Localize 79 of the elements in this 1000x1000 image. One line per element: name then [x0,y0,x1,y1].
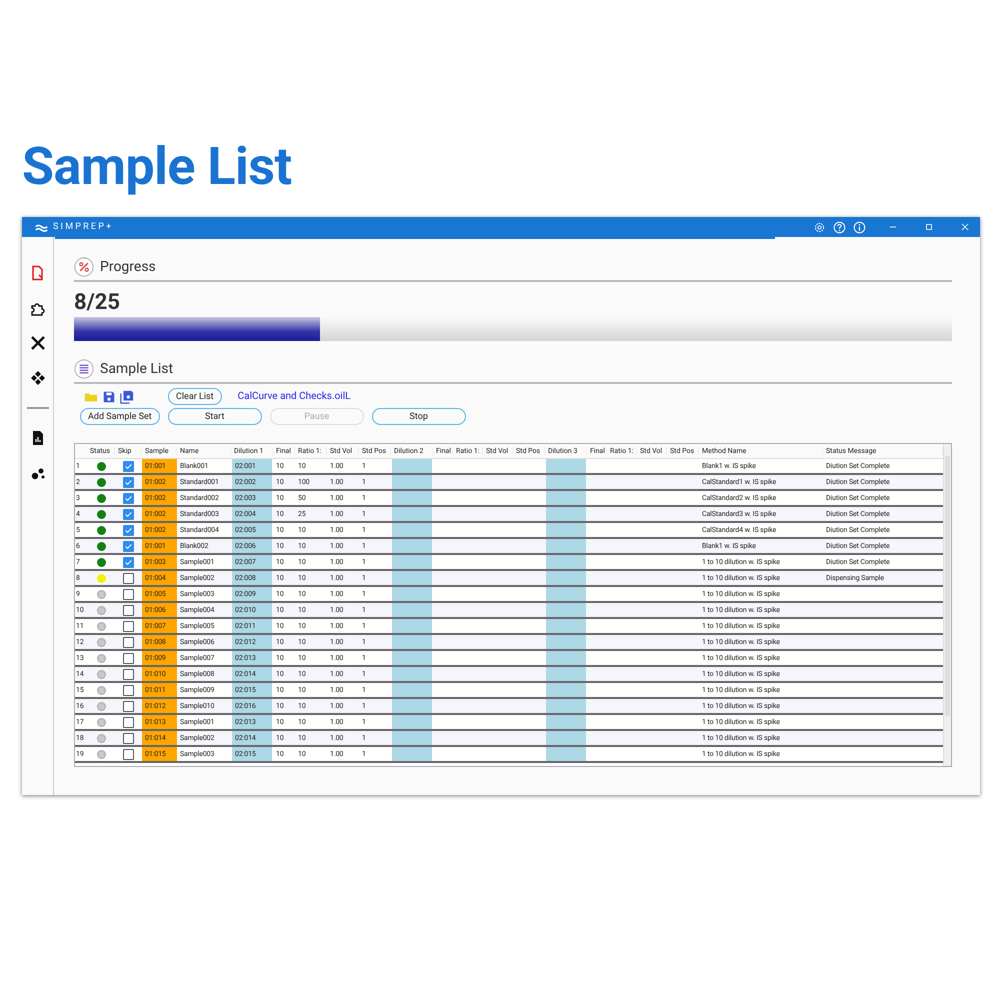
dilution-cell [546,667,586,681]
dilution-cell [392,475,432,489]
dilution-cell [392,747,432,761]
file-name: CalCurve and Checks.oilL [238,391,351,402]
dilution-cell [392,491,432,505]
dilution-cell [546,619,586,633]
action-button[interactable]: Stop [372,408,466,425]
dilution-cell [392,619,432,633]
dilution-cell [392,555,432,569]
skip-checkbox[interactable] [123,556,134,568]
dilution-cell [546,635,586,649]
skip-checkbox[interactable] [123,636,134,648]
app-title: SIMPREP+ [53,222,114,232]
dilution-cell [392,603,432,617]
info-icon[interactable] [853,220,866,234]
dilution-cell [546,555,586,569]
dilution-cell [392,731,432,745]
page-title: Sample List [21,135,293,198]
dilution-cell [392,571,432,585]
help-icon[interactable] [833,220,846,234]
dilution-cell [546,459,586,473]
dilution-cell [392,523,432,537]
action-button[interactable]: Start [168,408,262,425]
settings-icon[interactable] [813,220,826,234]
save-icon[interactable] [102,390,116,404]
diamonds-icon[interactable] [30,370,46,386]
dilution-cell [392,459,432,473]
scrollbar[interactable] [943,444,951,766]
maximize-icon[interactable] [924,222,934,232]
dilution-cell [546,731,586,745]
dilution-cell [546,507,586,521]
dilution-cell [546,587,586,601]
section-title: Progress [100,259,156,275]
skip-checkbox[interactable] [123,524,134,536]
close-icon[interactable] [960,222,970,232]
skip-checkbox[interactable] [123,684,134,696]
list-icon [74,359,94,379]
dilution-cell [392,651,432,665]
dilution-cell [546,651,586,665]
dilution-cell [392,683,432,697]
dilution-cell [392,507,432,521]
dilution-cell [546,747,586,761]
dilution-cell [546,475,586,489]
skip-checkbox[interactable] [123,508,134,520]
skip-checkbox[interactable] [123,620,134,632]
document-icon[interactable] [30,265,46,281]
clear-list-button[interactable]: Clear List [168,388,222,405]
dilution-cell [546,539,586,553]
skip-checkbox[interactable] [123,604,134,616]
skip-checkbox[interactable] [123,588,134,600]
dilution-cell [392,667,432,681]
dilution-cell [392,587,432,601]
skip-checkbox[interactable] [123,460,134,472]
skip-checkbox[interactable] [123,492,134,504]
skip-checkbox[interactable] [123,716,134,728]
dilution-cell [546,603,586,617]
dilution-cell [392,715,432,729]
dilution-cell [546,523,586,537]
dilution-cell [546,571,586,585]
progress-count: 8/25 [74,290,122,315]
action-button[interactable]: Add Sample Set [80,408,160,425]
skip-checkbox[interactable] [123,652,134,664]
save-as-icon[interactable] [120,390,134,404]
percent-icon [74,257,94,277]
dilution-cell [546,699,586,713]
section-title: Sample List [100,361,174,377]
skip-checkbox[interactable] [123,700,134,712]
skip-checkbox[interactable] [123,732,134,744]
dilution-cell [392,635,432,649]
skip-checkbox[interactable] [123,668,134,680]
skip-checkbox[interactable] [123,748,134,760]
skip-checkbox[interactable] [123,572,134,584]
dilution-cell [392,699,432,713]
dilution-cell [392,539,432,553]
skip-checkbox[interactable] [123,476,134,488]
dilution-cell [546,715,586,729]
skip-checkbox[interactable] [123,540,134,552]
dilution-cell [546,683,586,697]
dilution-cell [546,491,586,505]
